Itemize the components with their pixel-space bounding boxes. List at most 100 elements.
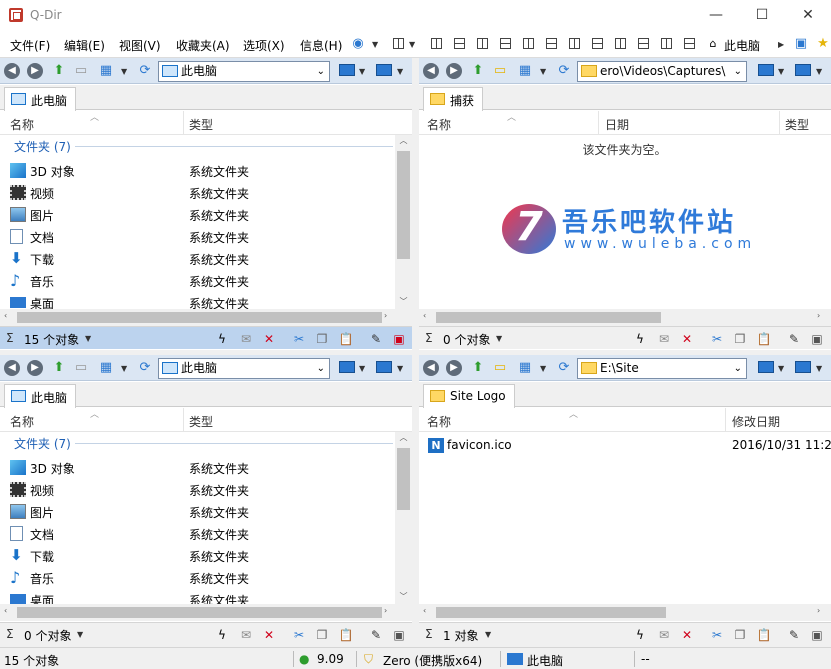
- up-icon[interactable]: ⬆: [469, 62, 487, 80]
- new-folder-icon[interactable]: ▭: [491, 62, 509, 80]
- list-item[interactable]: ⬇ 下载 系统文件夹: [0, 545, 395, 567]
- refresh-icon[interactable]: ⟳: [555, 359, 573, 377]
- layout-3g-icon[interactable]: [615, 38, 626, 49]
- layout-3c-icon[interactable]: [523, 38, 534, 49]
- vertical-scrollbar[interactable]: ︿ ﹀: [395, 135, 412, 309]
- cut-icon[interactable]: ✂: [291, 627, 307, 643]
- column-name[interactable]: 名称: [427, 116, 451, 133]
- tab-captures[interactable]: 捕获: [423, 87, 484, 111]
- scroll-down-icon[interactable]: ﹀: [395, 591, 412, 602]
- paste-icon[interactable]: 📋: [756, 627, 772, 643]
- horizontal-scrollbar[interactable]: ‹ ›: [419, 309, 831, 326]
- list-item[interactable]: 图片 系统文件夹: [0, 501, 395, 523]
- new-folder-icon[interactable]: ▭: [491, 359, 509, 377]
- column-date[interactable]: 日期: [605, 116, 629, 133]
- monitor-dropdown-icon[interactable]: ▼: [359, 364, 365, 373]
- object-count[interactable]: 1 对象: [443, 627, 478, 644]
- scroll-right-icon[interactable]: ›: [384, 311, 387, 320]
- address-bar[interactable]: 此电脑 ⌄: [158, 358, 330, 379]
- paste-icon[interactable]: 📋: [756, 331, 772, 347]
- delete-icon[interactable]: ✕: [679, 331, 695, 347]
- delete-icon[interactable]: ✕: [679, 627, 695, 643]
- forward-icon[interactable]: ▶: [446, 63, 462, 79]
- lightning-icon[interactable]: ϟ: [214, 331, 230, 347]
- address-dropdown-icon[interactable]: ⌄: [734, 359, 742, 378]
- menu-options[interactable]: 选项(X): [243, 37, 285, 54]
- vertical-scrollbar[interactable]: ︿ ﹀: [395, 432, 412, 604]
- column-separator[interactable]: [725, 408, 726, 432]
- rename-icon[interactable]: ✎: [368, 331, 384, 347]
- menu-view[interactable]: 视图(V): [119, 37, 161, 54]
- column-name[interactable]: 名称: [10, 413, 34, 430]
- file-row[interactable]: N favicon.ico 2016/10/31 11:2: [419, 435, 831, 457]
- monitor2-dropdown-icon[interactable]: ▼: [397, 67, 403, 76]
- layout-3i-icon[interactable]: [661, 38, 672, 49]
- monitor2-dropdown-icon[interactable]: ▼: [816, 67, 822, 76]
- monitor-dropdown-icon[interactable]: ▼: [359, 67, 365, 76]
- back-icon[interactable]: ◀: [4, 360, 20, 376]
- count-dropdown-icon[interactable]: ▼: [77, 630, 83, 639]
- group-header-folders[interactable]: 文件夹 (7): [14, 138, 71, 155]
- object-count[interactable]: 0 个对象: [443, 331, 490, 348]
- list-item[interactable]: 3D 对象 系统文件夹: [0, 457, 395, 479]
- monitor2-icon[interactable]: [376, 361, 392, 373]
- new-folder-icon[interactable]: ▭: [72, 62, 90, 80]
- scroll-up-icon[interactable]: ︿: [395, 135, 412, 146]
- layout-3a-icon[interactable]: [477, 38, 488, 49]
- scroll-left-icon[interactable]: ‹: [4, 311, 7, 320]
- back-icon[interactable]: ◀: [423, 63, 439, 79]
- email-icon[interactable]: ✉: [238, 331, 254, 347]
- scroll-left-icon[interactable]: ‹: [423, 311, 426, 320]
- view-mode-dropdown-icon[interactable]: ▼: [540, 67, 546, 76]
- rename-icon[interactable]: ✎: [786, 331, 802, 347]
- monitor-icon[interactable]: [339, 361, 355, 373]
- column-type[interactable]: 类型: [189, 413, 213, 430]
- column-separator[interactable]: [598, 111, 599, 135]
- horizontal-scrollbar[interactable]: ‹ ›: [0, 604, 412, 621]
- list-item[interactable]: ♪ 音乐 系统文件夹: [0, 567, 395, 589]
- scroll-left-icon[interactable]: ‹: [423, 606, 426, 615]
- paste-icon[interactable]: 📋: [338, 627, 354, 643]
- paste-icon[interactable]: 📋: [338, 331, 354, 347]
- view-mode-dropdown-icon[interactable]: ▼: [121, 67, 127, 76]
- menu-edit[interactable]: 编辑(E): [64, 37, 105, 54]
- layout-3f-icon[interactable]: [592, 38, 603, 49]
- view-mode-icon[interactable]: ▦: [97, 359, 115, 377]
- monitor-icon[interactable]: [758, 361, 774, 373]
- address-dropdown-icon[interactable]: ⌄: [734, 62, 742, 81]
- lightning-icon[interactable]: ϟ: [214, 627, 230, 643]
- properties-icon[interactable]: ▣: [809, 627, 825, 643]
- object-count[interactable]: 0 个对象: [24, 627, 71, 644]
- scrollbar-thumb[interactable]: [17, 312, 382, 323]
- monitor-icon[interactable]: [758, 64, 774, 76]
- layout-dropdown-icon[interactable]: ▼: [409, 40, 415, 49]
- scrollbar-thumb[interactable]: [397, 151, 410, 259]
- up-icon[interactable]: ⬆: [469, 359, 487, 377]
- scroll-down-icon[interactable]: ﹀: [395, 296, 412, 307]
- email-icon[interactable]: ✉: [238, 627, 254, 643]
- star-icon[interactable]: ★: [814, 35, 831, 53]
- view-mode-icon[interactable]: ▦: [516, 62, 534, 80]
- list-item[interactable]: 视频 系统文件夹: [0, 479, 395, 501]
- scroll-right-icon[interactable]: ›: [817, 311, 820, 320]
- minimize-button[interactable]: —: [693, 0, 739, 31]
- scrollbar-thumb[interactable]: [17, 607, 382, 618]
- cut-icon[interactable]: ✂: [709, 627, 725, 643]
- list-item[interactable]: 3D 对象 系统文件夹: [0, 160, 395, 182]
- properties-icon[interactable]: ▣: [809, 331, 825, 347]
- scrollbar-thumb[interactable]: [436, 312, 661, 323]
- view-mode-icon[interactable]: ▦: [516, 359, 534, 377]
- printer-icon[interactable]: ▣: [792, 35, 810, 53]
- menu-file[interactable]: 文件(F): [10, 37, 50, 54]
- refresh-icon[interactable]: ⟳: [136, 359, 154, 377]
- delete-icon[interactable]: ✕: [261, 627, 277, 643]
- layout-3h-icon[interactable]: [638, 38, 649, 49]
- copy-icon[interactable]: ❐: [314, 627, 330, 643]
- monitor2-dropdown-icon[interactable]: ▼: [816, 364, 822, 373]
- this-pc-dropdown-icon[interactable]: ▶: [778, 40, 784, 49]
- email-icon[interactable]: ✉: [656, 331, 672, 347]
- list-item[interactable]: 文档 系统文件夹: [0, 226, 395, 248]
- object-count[interactable]: 15 个对象: [24, 331, 79, 348]
- menu-info[interactable]: 信息(H): [300, 37, 342, 54]
- monitor-icon[interactable]: [339, 64, 355, 76]
